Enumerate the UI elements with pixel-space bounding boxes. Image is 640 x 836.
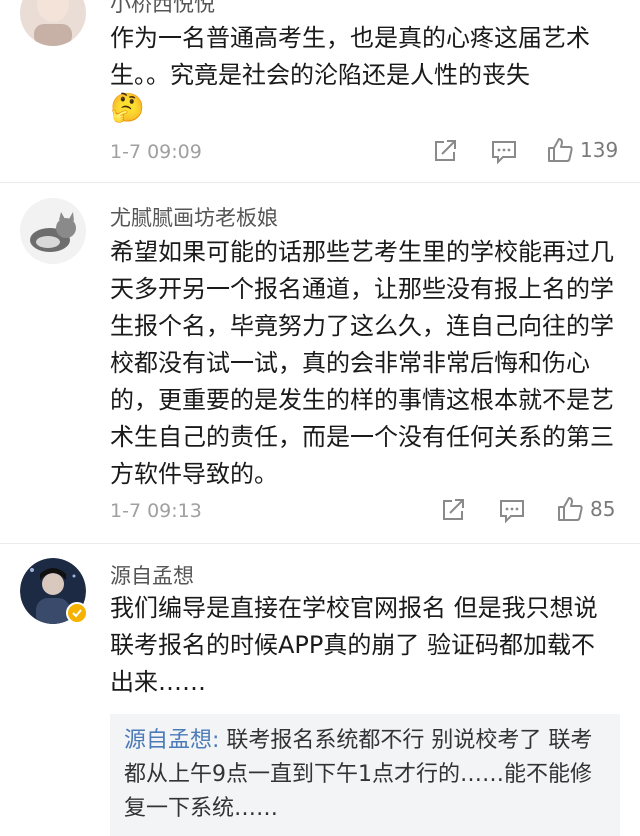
timestamp: 1-7 09:13: [110, 500, 202, 522]
comment-button[interactable]: [490, 139, 518, 165]
username[interactable]: 尤腻腻画坊老板娘: [110, 202, 278, 232]
thumbs-up-icon: [558, 497, 583, 521]
comment-2: 尤腻腻画坊老板娘 希望如果可能的话那些艺考生里的学校能再过几天多开另一个报名通道…: [0, 190, 640, 540]
username[interactable]: 小桥西悦悦: [110, 0, 215, 18]
comment-bubble-icon: [500, 500, 524, 524]
reply-box[interactable]: 源自孟想: 联考报名系统都不行 别说校考了 联考都从上午9点一直到下午1点才行的…: [110, 714, 620, 836]
divider: [0, 543, 640, 544]
avatar[interactable]: [20, 198, 86, 264]
like-button[interactable]: 85: [556, 495, 615, 523]
comment-text: 希望如果可能的话那些艺考生里的学校能再过几天多开另一个报名通道，让那些没有报上名…: [110, 238, 614, 488]
divider: [0, 182, 640, 183]
username[interactable]: 源自孟想: [110, 560, 194, 590]
comment-bubble-icon: [492, 141, 516, 165]
repost-button[interactable]: [440, 497, 466, 523]
comment-text: 我们编导是直接在学校官网报名 但是我只想说 联考报名的时候APP真的崩了 验证码…: [110, 594, 598, 696]
comment-text: 作为一名普通高考生，也是真的心疼这届艺术生。。究竟是社会的沦陷还是人性的丧失: [110, 24, 590, 89]
comment-3: 源自孟想 我们编导是直接在学校官网报名 但是我只想说 联考报名的时候APP真的崩…: [0, 548, 640, 836]
comment-1: 小桥西悦悦 作为一名普通高考生，也是真的心疼这届艺术生。。究竟是社会的沦陷还是人…: [0, 0, 640, 180]
timestamp: 1-7 09:09: [110, 141, 202, 163]
share-arrow-icon: [435, 140, 456, 161]
like-count: 139: [580, 138, 619, 162]
like-button[interactable]: 139: [546, 136, 618, 164]
thinking-emoji-icon: 🤔: [110, 91, 145, 124]
repost-button[interactable]: [432, 138, 458, 164]
like-count: 85: [590, 497, 616, 521]
share-arrow-icon: [443, 499, 464, 520]
reply-username[interactable]: 源自孟想:: [124, 728, 219, 753]
verified-badge-icon: [66, 602, 88, 624]
avatar[interactable]: [20, 0, 86, 46]
thumbs-up-icon: [548, 138, 573, 162]
comment-button[interactable]: [498, 498, 526, 524]
avatar[interactable]: [20, 558, 88, 624]
